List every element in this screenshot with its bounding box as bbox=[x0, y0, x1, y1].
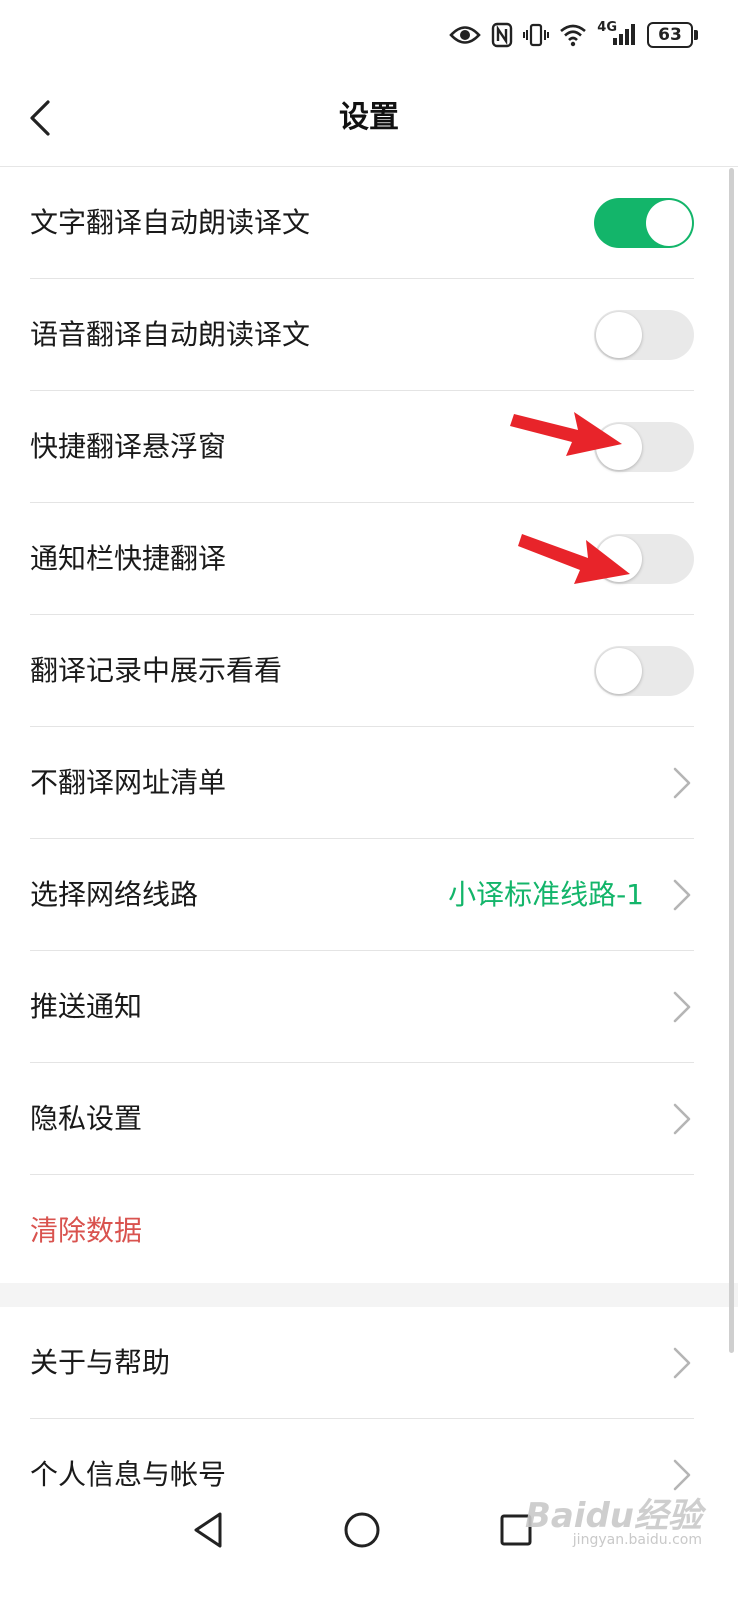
page-title: 设置 bbox=[339, 100, 399, 135]
setting-label: 翻译记录中展示看看 bbox=[30, 654, 283, 687]
baidu-watermark-url: jingyan.baidu.com bbox=[572, 1532, 702, 1548]
setting-about-help[interactable]: 关于与帮助 bbox=[30, 1307, 694, 1419]
chevron-right-icon bbox=[673, 879, 691, 911]
setting-label: 语音翻译自动朗读译文 bbox=[30, 318, 311, 351]
setting-label: 不翻译网址清单 bbox=[30, 766, 227, 799]
battery-level: 63 bbox=[647, 22, 693, 48]
toggle-show-in-history[interactable] bbox=[594, 646, 694, 696]
header: 设置 bbox=[0, 70, 738, 167]
battery-icon: 63 bbox=[647, 18, 698, 52]
setting-label: 选择网络线路 bbox=[30, 878, 199, 911]
toggle-knob bbox=[596, 536, 642, 582]
setting-label: 快捷翻译悬浮窗 bbox=[30, 430, 227, 463]
network-type: 4G bbox=[597, 19, 617, 35]
home-circle-icon bbox=[344, 1512, 380, 1548]
toggle-knob bbox=[596, 648, 642, 694]
chevron-right-icon bbox=[673, 1103, 691, 1135]
back-triangle-icon bbox=[194, 1512, 222, 1548]
setting-voice-translate-autoread[interactable]: 语音翻译自动朗读译文 bbox=[30, 279, 694, 391]
setting-text-translate-autoread[interactable]: 文字翻译自动朗读译文 bbox=[30, 167, 694, 279]
toggle-knob bbox=[596, 312, 642, 358]
setting-network-route[interactable]: 选择网络线路 小译标准线路-1 bbox=[30, 839, 694, 951]
toggle-voice-translate-autoread[interactable] bbox=[594, 310, 694, 360]
setting-label: 关于与帮助 bbox=[30, 1346, 171, 1379]
setting-privacy[interactable]: 隐私设置 bbox=[30, 1063, 694, 1175]
scrollbar[interactable] bbox=[729, 168, 734, 1353]
eye-icon bbox=[449, 18, 482, 52]
status-bar: 4G 63 bbox=[0, 0, 738, 70]
setting-clear-data[interactable]: 清除数据 bbox=[30, 1175, 694, 1286]
nav-home-button[interactable] bbox=[338, 1506, 386, 1554]
toggle-text-translate-autoread[interactable] bbox=[594, 198, 694, 248]
setting-label: 文字翻译自动朗读译文 bbox=[30, 206, 311, 239]
nav-back-button[interactable] bbox=[184, 1506, 232, 1554]
baidu-watermark: Baidu经验 bbox=[524, 1496, 702, 1536]
setting-label: 隐私设置 bbox=[30, 1102, 143, 1135]
setting-push-notification[interactable]: 推送通知 bbox=[30, 951, 694, 1063]
chevron-right-icon bbox=[673, 991, 691, 1023]
chevron-right-icon bbox=[673, 1347, 691, 1379]
chevron-right-icon bbox=[673, 767, 691, 799]
vibrate-icon bbox=[523, 18, 550, 52]
network-route-value: 小译标准线路-1 bbox=[448, 878, 644, 911]
setting-label: 通知栏快捷翻译 bbox=[30, 542, 227, 575]
status-icons: 4G 63 bbox=[449, 18, 698, 52]
setting-notification-quick-translate[interactable]: 通知栏快捷翻译 bbox=[30, 503, 694, 615]
section-divider bbox=[0, 1283, 738, 1307]
toggle-knob bbox=[596, 424, 642, 470]
signal-icon: 4G bbox=[597, 18, 637, 52]
setting-show-in-history[interactable]: 翻译记录中展示看看 bbox=[30, 615, 694, 727]
toggle-notification-quick-translate[interactable] bbox=[594, 534, 694, 584]
setting-no-translate-urls[interactable]: 不翻译网址清单 bbox=[30, 727, 694, 839]
wifi-icon bbox=[559, 18, 587, 52]
nfc-icon bbox=[491, 18, 513, 52]
clear-data-label: 清除数据 bbox=[30, 1214, 143, 1247]
setting-quick-float-window[interactable]: 快捷翻译悬浮窗 bbox=[30, 391, 694, 503]
toggle-knob bbox=[646, 200, 692, 246]
setting-label: 推送通知 bbox=[30, 990, 143, 1023]
toggle-quick-float-window[interactable] bbox=[594, 422, 694, 472]
